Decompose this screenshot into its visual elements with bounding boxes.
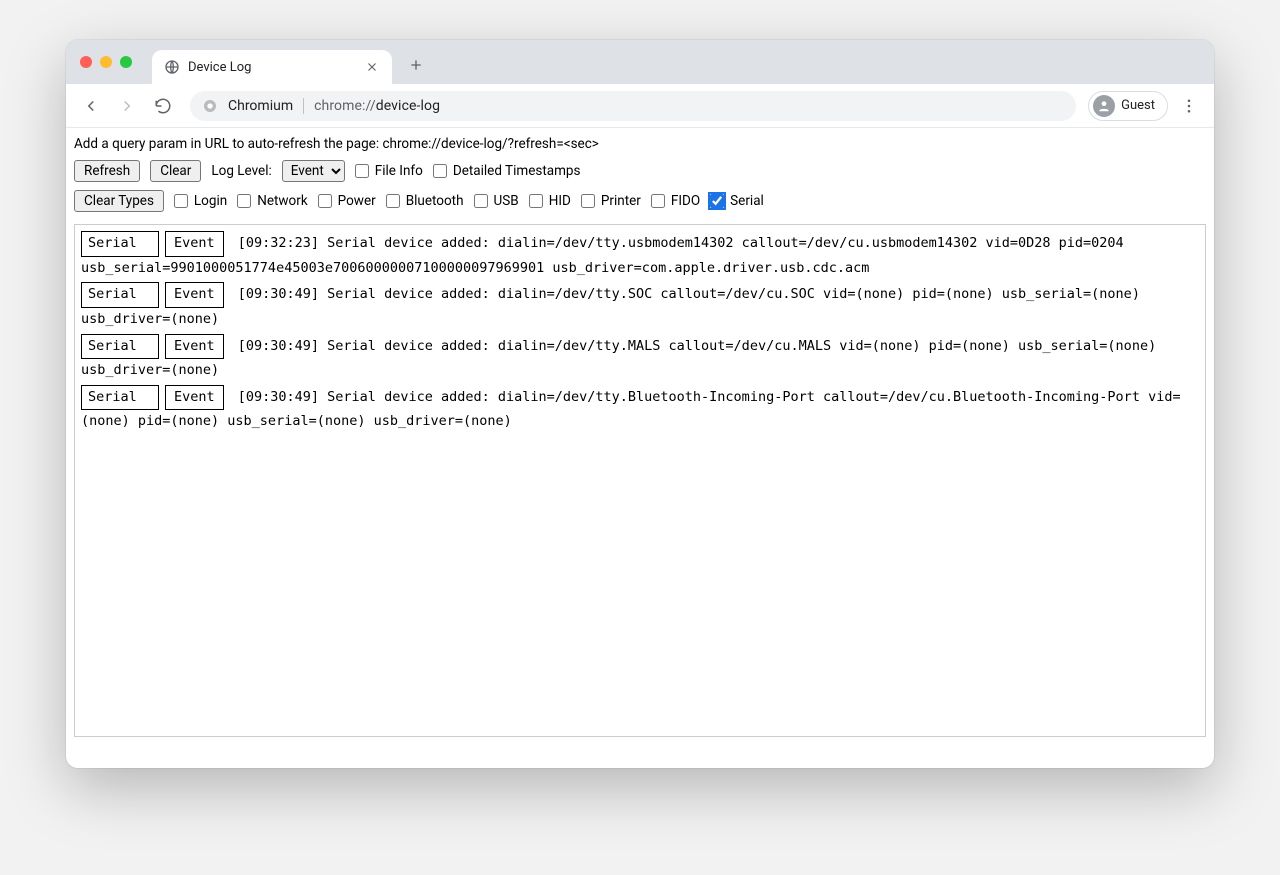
browser-window: Device Log Chromium chrome://device-lo bbox=[66, 40, 1214, 768]
url-host: device-log bbox=[376, 98, 440, 114]
type-checkbox-input-hid[interactable] bbox=[529, 194, 543, 208]
log-message: [09:30:49] Serial device added: dialin=/… bbox=[81, 286, 1140, 327]
log-level-tag: Event bbox=[165, 385, 224, 411]
page-content: Add a query param in URL to auto-refresh… bbox=[66, 128, 1214, 768]
file-info-input[interactable] bbox=[355, 164, 369, 178]
controls-row-1: Refresh Clear Log Level: Event File Info… bbox=[66, 156, 1214, 186]
forward-button[interactable] bbox=[112, 91, 142, 121]
type-checkbox-input-usb[interactable] bbox=[474, 194, 488, 208]
log-entry: SerialEvent [09:30:49] Serial device add… bbox=[81, 385, 1199, 434]
type-checkbox-label: Network bbox=[257, 193, 307, 209]
log-message: [09:30:49] Serial device added: dialin=/… bbox=[81, 389, 1181, 430]
type-checkbox-login[interactable]: Login bbox=[174, 193, 227, 209]
window-close-button[interactable] bbox=[80, 56, 92, 68]
log-level-select[interactable]: Event bbox=[282, 160, 345, 182]
log-type-tag: Serial bbox=[81, 334, 159, 360]
tab-title: Device Log bbox=[188, 60, 356, 75]
type-checkbox-printer[interactable]: Printer bbox=[581, 193, 641, 209]
detailed-ts-input[interactable] bbox=[433, 164, 447, 178]
log-level-tag: Event bbox=[165, 231, 224, 257]
profile-label: Guest bbox=[1121, 98, 1155, 113]
type-checkbox-serial[interactable]: Serial bbox=[710, 193, 764, 209]
url-product: Chromium bbox=[228, 98, 293, 114]
url-text: chrome://device-log bbox=[314, 98, 440, 114]
type-checkbox-label: FIDO bbox=[671, 193, 700, 209]
log-type-tag: Serial bbox=[81, 282, 159, 308]
type-checkbox-label: Login bbox=[194, 193, 227, 209]
type-checkbox-input-power[interactable] bbox=[318, 194, 332, 208]
controls-row-2: Clear Types Login Network Power Bluetooth US… bbox=[66, 186, 1214, 216]
url-scheme: chrome:// bbox=[314, 98, 376, 114]
type-checkbox-input-bluetooth[interactable] bbox=[386, 194, 400, 208]
clear-button[interactable]: Clear bbox=[150, 160, 201, 182]
profile-button[interactable]: Guest bbox=[1088, 91, 1168, 121]
type-checkbox-power[interactable]: Power bbox=[318, 193, 376, 209]
type-checkbox-label: USB bbox=[494, 193, 519, 209]
globe-icon bbox=[164, 59, 180, 75]
menu-button[interactable] bbox=[1174, 91, 1204, 121]
type-checkbox-label: Bluetooth bbox=[406, 193, 464, 209]
type-checkbox-label: Serial bbox=[730, 193, 764, 209]
auto-refresh-hint: Add a query param in URL to auto-refresh… bbox=[66, 128, 1214, 156]
browser-toolbar: Chromium chrome://device-log Guest bbox=[66, 84, 1214, 128]
file-info-label: File Info bbox=[375, 163, 423, 179]
type-checkbox-input-network[interactable] bbox=[237, 194, 251, 208]
url-separator bbox=[303, 98, 304, 114]
refresh-button[interactable]: Refresh bbox=[74, 160, 140, 182]
log-entry: SerialEvent [09:30:49] Serial device add… bbox=[81, 282, 1199, 331]
reload-button[interactable] bbox=[148, 91, 178, 121]
log-entry: SerialEvent [09:30:49] Serial device add… bbox=[81, 334, 1199, 383]
type-checkbox-hid[interactable]: HID bbox=[529, 193, 571, 209]
log-level-label: Log Level: bbox=[211, 163, 271, 179]
window-minimize-button[interactable] bbox=[100, 56, 112, 68]
tabstrip: Device Log bbox=[66, 40, 1214, 84]
type-checkbox-network[interactable]: Network bbox=[237, 193, 307, 209]
chromium-icon bbox=[202, 98, 218, 114]
type-checkbox-usb[interactable]: USB bbox=[474, 193, 519, 209]
tab-close-button[interactable] bbox=[364, 59, 380, 75]
log-type-tag: Serial bbox=[81, 231, 159, 257]
new-tab-button[interactable] bbox=[402, 51, 430, 79]
log-output: SerialEvent [09:32:23] Serial device add… bbox=[74, 224, 1206, 737]
type-checkbox-label: Printer bbox=[601, 193, 641, 209]
type-checkbox-label: Power bbox=[338, 193, 376, 209]
type-checkbox-fido[interactable]: FIDO bbox=[651, 193, 700, 209]
type-checkbox-input-printer[interactable] bbox=[581, 194, 595, 208]
browser-tab[interactable]: Device Log bbox=[152, 50, 392, 84]
type-checkbox-input-login[interactable] bbox=[174, 194, 188, 208]
avatar-icon bbox=[1093, 95, 1115, 117]
type-checkbox-input-serial[interactable] bbox=[710, 194, 724, 208]
clear-types-button[interactable]: Clear Types bbox=[74, 190, 164, 212]
detailed-ts-label: Detailed Timestamps bbox=[453, 163, 581, 179]
address-bar[interactable]: Chromium chrome://device-log bbox=[190, 91, 1076, 121]
type-checkbox-input-fido[interactable] bbox=[651, 194, 665, 208]
log-message: [09:32:23] Serial device added: dialin=/… bbox=[81, 235, 1124, 276]
log-message: [09:30:49] Serial device added: dialin=/… bbox=[81, 338, 1156, 379]
back-button[interactable] bbox=[76, 91, 106, 121]
log-entry: SerialEvent [09:32:23] Serial device add… bbox=[81, 231, 1199, 280]
log-level-tag: Event bbox=[165, 282, 224, 308]
window-controls bbox=[80, 56, 132, 68]
detailed-ts-checkbox[interactable]: Detailed Timestamps bbox=[433, 163, 581, 179]
log-level-tag: Event bbox=[165, 334, 224, 360]
log-type-tag: Serial bbox=[81, 385, 159, 411]
type-checkbox-bluetooth[interactable]: Bluetooth bbox=[386, 193, 464, 209]
file-info-checkbox[interactable]: File Info bbox=[355, 163, 423, 179]
type-checkbox-label: HID bbox=[549, 193, 571, 209]
window-zoom-button[interactable] bbox=[120, 56, 132, 68]
